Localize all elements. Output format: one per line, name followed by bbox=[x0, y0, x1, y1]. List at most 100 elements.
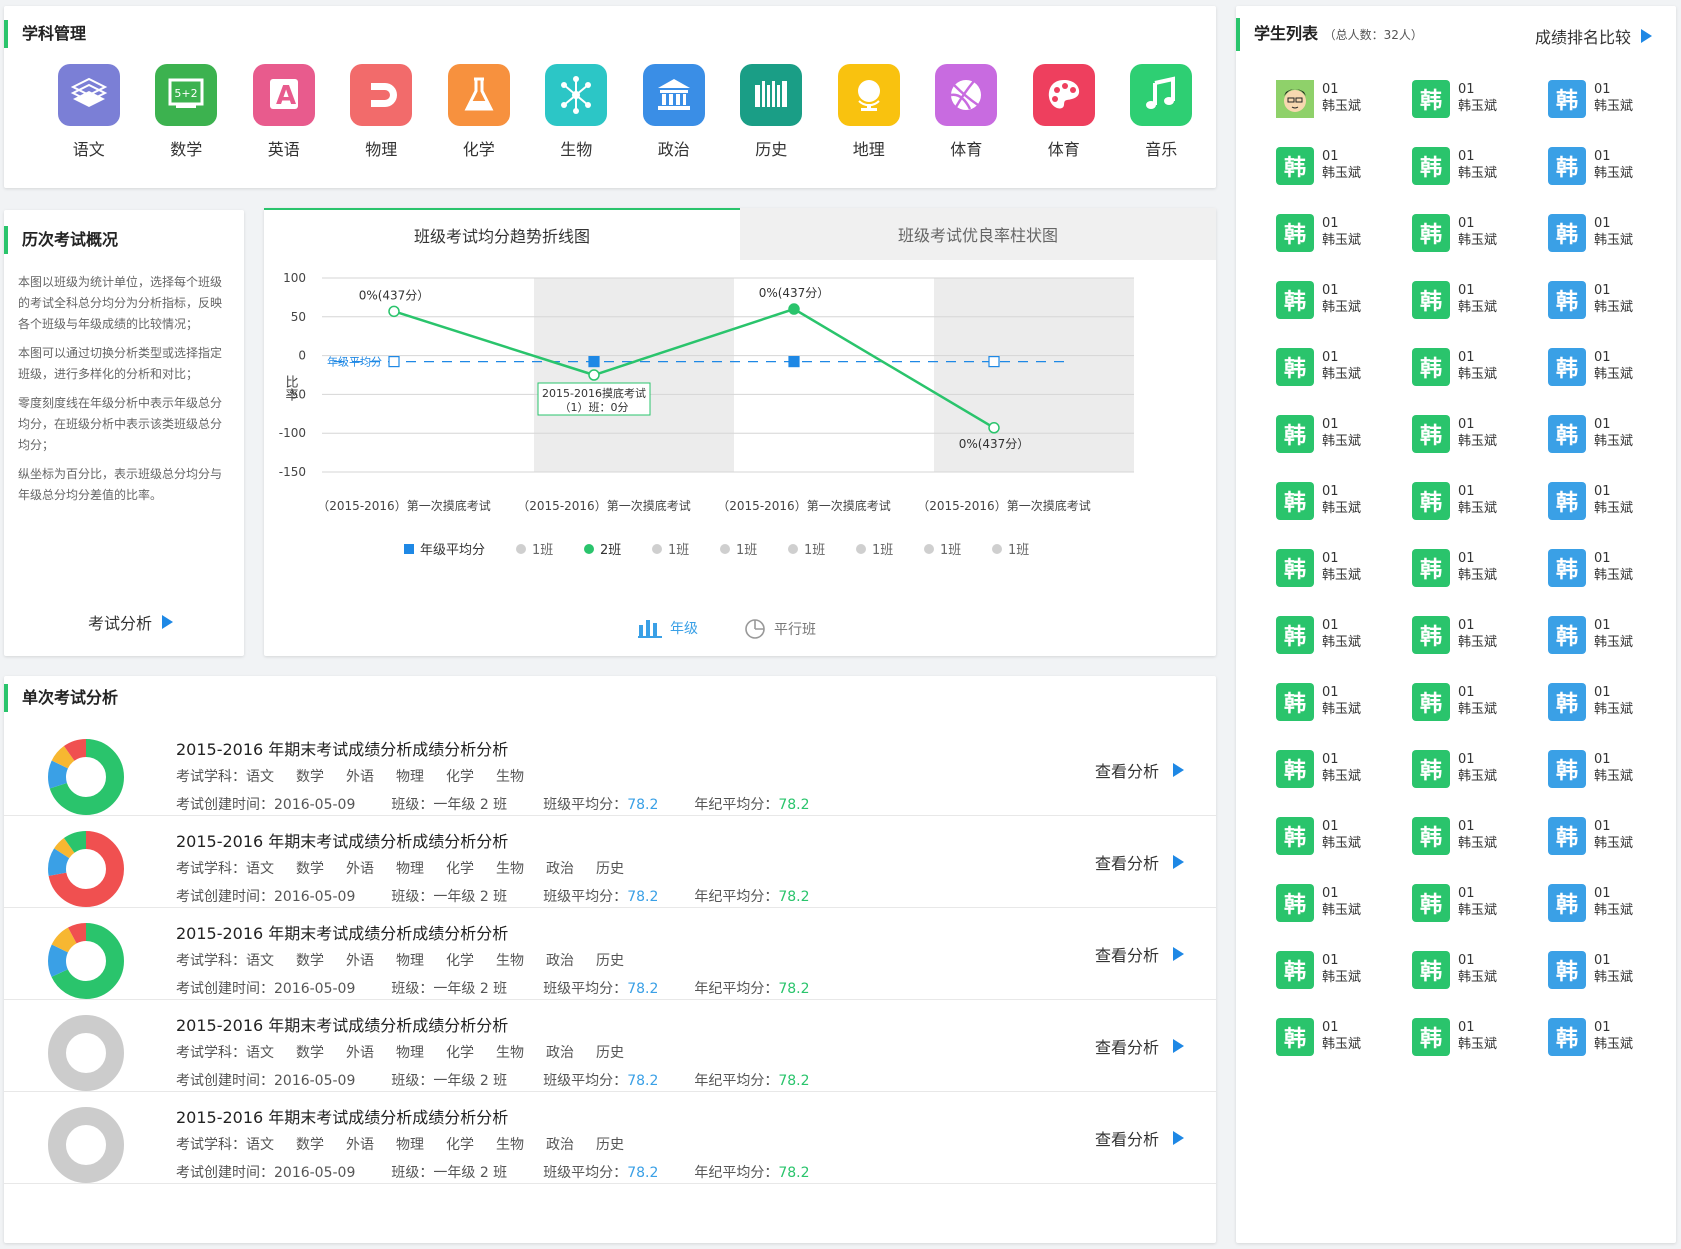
rank-compare-link[interactable]: 成绩排名比较 bbox=[1535, 24, 1652, 48]
view-analysis-link[interactable]: 查看分析 bbox=[1095, 1126, 1184, 1150]
legend-label: 1班 bbox=[872, 543, 893, 558]
exam-subject: 物理 bbox=[396, 953, 424, 969]
baseline-point[interactable] bbox=[588, 355, 600, 368]
baseline-point[interactable] bbox=[988, 355, 1000, 368]
series-point[interactable] bbox=[588, 369, 600, 381]
avatar-char: 韩 bbox=[1555, 290, 1578, 315]
student-item[interactable]: 韩 01 韩玉斌 bbox=[1412, 683, 1548, 721]
subject-item[interactable]: 5+2 数学 bbox=[138, 64, 236, 160]
student-item[interactable]: 韩 01 韩玉斌 bbox=[1548, 616, 1681, 654]
y-tick-label: -150 bbox=[279, 465, 306, 479]
student-item[interactable]: 韩 01 韩玉斌 bbox=[1276, 147, 1412, 185]
student-item[interactable]: 韩 01 韩玉斌 bbox=[1412, 750, 1548, 788]
subject-item[interactable]: 历史 bbox=[723, 64, 821, 160]
student-item[interactable]: 韩 01 韩玉斌 bbox=[1412, 1018, 1548, 1056]
exam-subject: 历史 bbox=[596, 861, 624, 877]
student-item[interactable]: 韩 01 韩玉斌 bbox=[1276, 951, 1412, 989]
series-point[interactable] bbox=[988, 422, 1000, 434]
student-item[interactable]: 韩 01 韩玉斌 bbox=[1412, 549, 1548, 587]
student-name: 韩玉斌 bbox=[1594, 702, 1634, 717]
baseline-point[interactable] bbox=[788, 355, 800, 368]
subject-item[interactable]: 生物 bbox=[528, 64, 626, 160]
student-item[interactable]: 韩 01 韩玉斌 bbox=[1548, 348, 1681, 386]
student-item[interactable]: 韩 01 韩玉斌 bbox=[1276, 415, 1412, 453]
student-item[interactable]: 韩 01 韩玉斌 bbox=[1276, 214, 1412, 252]
student-item[interactable]: 韩 01 韩玉斌 bbox=[1276, 616, 1412, 654]
legend-item[interactable]: 年级平均分 bbox=[404, 543, 485, 558]
exam-title: 2015-2016 年期末考试成绩分析成绩分析分析 bbox=[176, 924, 509, 943]
subject-item[interactable]: 体育 bbox=[1015, 64, 1113, 160]
view-analysis-link[interactable]: 查看分析 bbox=[1095, 942, 1184, 966]
y-axis-label: 比率 bbox=[283, 375, 299, 401]
student-item[interactable]: 韩 01 韩玉斌 bbox=[1276, 549, 1412, 587]
exam-meta: 考试创建时间：2016-05-09 班级：一年级 2 班班级平均分：78.2 年纪平… bbox=[176, 1162, 846, 1182]
subject-item[interactable]: A 英语 bbox=[235, 64, 333, 160]
legend-item[interactable]: 1班 bbox=[788, 543, 825, 558]
legend-item[interactable]: 1班 bbox=[652, 543, 689, 558]
toggle-parallel[interactable]: 平行班 bbox=[744, 618, 816, 640]
student-item[interactable]: 01 韩玉斌 bbox=[1276, 80, 1412, 118]
subject-item[interactable]: 体育 bbox=[918, 64, 1016, 160]
student-item[interactable]: 韩 01 韩玉斌 bbox=[1412, 415, 1548, 453]
view-analysis-link[interactable]: 查看分析 bbox=[1095, 1034, 1184, 1058]
student-item[interactable]: 韩 01 韩玉斌 bbox=[1548, 415, 1681, 453]
student-item[interactable]: 韩 01 韩玉斌 bbox=[1412, 281, 1548, 319]
subject-item[interactable]: 音乐 bbox=[1113, 64, 1211, 160]
view-analysis-link[interactable]: 查看分析 bbox=[1095, 850, 1184, 874]
student-item[interactable]: 韩 01 韩玉斌 bbox=[1276, 482, 1412, 520]
student-item[interactable]: 韩 01 韩玉斌 bbox=[1548, 951, 1681, 989]
legend-item[interactable]: 1班 bbox=[924, 543, 961, 558]
exam-subject: 生物 bbox=[496, 953, 524, 969]
student-item[interactable]: 韩 01 韩玉斌 bbox=[1276, 683, 1412, 721]
subject-item[interactable]: 政治 bbox=[625, 64, 723, 160]
subject-item[interactable]: 地理 bbox=[820, 64, 918, 160]
student-item[interactable]: 韩 01 韩玉斌 bbox=[1548, 549, 1681, 587]
student-item[interactable]: 韩 01 韩玉斌 bbox=[1548, 1018, 1681, 1056]
legend-item[interactable]: 1班 bbox=[720, 543, 757, 558]
subject-item[interactable]: 化学 bbox=[430, 64, 528, 160]
student-item[interactable]: 韩 01 韩玉斌 bbox=[1548, 147, 1681, 185]
series-point[interactable] bbox=[788, 303, 800, 315]
legend-item[interactable]: 1班 bbox=[992, 543, 1029, 558]
student-item[interactable]: 韩 01 韩玉斌 bbox=[1548, 214, 1681, 252]
student-item[interactable]: 韩 01 韩玉斌 bbox=[1412, 884, 1548, 922]
student-item[interactable]: 韩 01 韩玉斌 bbox=[1412, 817, 1548, 855]
student-avatar: 韩 bbox=[1276, 616, 1314, 654]
tab-line-chart[interactable]: 班级考试均分趋势折线图 bbox=[264, 208, 740, 260]
subject-item[interactable]: 物理 bbox=[333, 64, 431, 160]
student-item[interactable]: 韩 01 韩玉斌 bbox=[1276, 750, 1412, 788]
tab-bar-chart[interactable]: 班级考试优良率柱状图 bbox=[740, 208, 1216, 260]
student-item[interactable]: 韩 01 韩玉斌 bbox=[1548, 750, 1681, 788]
student-item[interactable]: 韩 01 韩玉斌 bbox=[1548, 80, 1681, 118]
student-item[interactable]: 韩 01 韩玉斌 bbox=[1276, 281, 1412, 319]
baseline-point[interactable] bbox=[388, 355, 400, 368]
legend-label: 1班 bbox=[668, 543, 689, 558]
student-item[interactable]: 韩 01 韩玉斌 bbox=[1412, 80, 1548, 118]
student-item[interactable]: 韩 01 韩玉斌 bbox=[1412, 147, 1548, 185]
legend-item[interactable]: 1班 bbox=[516, 543, 553, 558]
student-item[interactable]: 韩 01 韩玉斌 bbox=[1412, 214, 1548, 252]
student-item[interactable]: 韩 01 韩玉斌 bbox=[1548, 683, 1681, 721]
exam-analysis-link[interactable]: 考试分析 bbox=[88, 610, 174, 634]
student-item[interactable]: 韩 01 韩玉斌 bbox=[1412, 482, 1548, 520]
student-item[interactable]: 韩 01 韩玉斌 bbox=[1276, 348, 1412, 386]
student-item[interactable]: 韩 01 韩玉斌 bbox=[1276, 1018, 1412, 1056]
subject-item[interactable]: 语文 bbox=[40, 64, 138, 160]
student-item[interactable]: 韩 01 韩玉斌 bbox=[1412, 616, 1548, 654]
student-item[interactable]: 韩 01 韩玉斌 bbox=[1412, 951, 1548, 989]
student-item[interactable]: 韩 01 韩玉斌 bbox=[1548, 884, 1681, 922]
student-name: 韩玉斌 bbox=[1322, 568, 1362, 583]
student-item[interactable]: 韩 01 韩玉斌 bbox=[1276, 817, 1412, 855]
subject-management-panel: 学科管理 语文 5+2 数学 A 英语 物理 化学 生物 政治 历史 地理 体育 体育 音乐 bbox=[4, 6, 1216, 188]
view-analysis-link[interactable]: 查看分析 bbox=[1095, 758, 1184, 782]
legend-item[interactable]: 1班 bbox=[856, 543, 893, 558]
legend-item[interactable]: 2班 bbox=[584, 543, 621, 558]
toggle-grade[interactable]: 年级 bbox=[638, 618, 698, 638]
student-item[interactable]: 韩 01 韩玉斌 bbox=[1276, 884, 1412, 922]
student-item[interactable]: 韩 01 韩玉斌 bbox=[1548, 482, 1681, 520]
student-item[interactable]: 韩 01 韩玉斌 bbox=[1548, 817, 1681, 855]
student-item[interactable]: 韩 01 韩玉斌 bbox=[1412, 348, 1548, 386]
student-name: 韩玉斌 bbox=[1594, 903, 1634, 918]
series-point[interactable] bbox=[388, 305, 400, 318]
student-item[interactable]: 韩 01 韩玉斌 bbox=[1548, 281, 1681, 319]
